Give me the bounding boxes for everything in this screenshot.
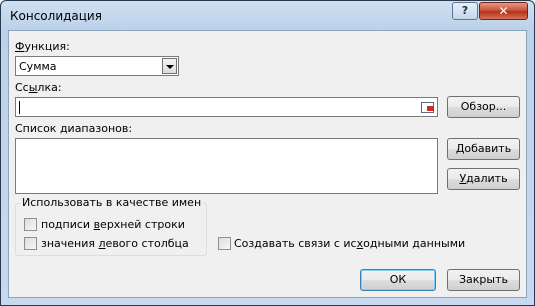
top-row-checkbox[interactable] [24,218,37,231]
consolidate-dialog: Консолидация ? ✕ Функция: Сумма Ссылка: … [0,0,535,306]
add-button[interactable]: Добавить [447,138,520,160]
left-column-label[interactable]: значения левого столбца [41,237,189,250]
title-bar[interactable]: Консолидация ? ✕ [1,1,534,31]
collapse-dialog-button[interactable] [419,99,436,115]
help-icon: ? [461,4,469,17]
function-select[interactable]: Сумма [15,56,179,76]
use-labels-title: Использовать в качестве имен [20,196,204,209]
ranges-list[interactable] [15,138,438,194]
dialog-body: Функция: Сумма Ссылка: Обзор... Список д… [8,30,527,298]
ok-button[interactable]: ОК [360,269,436,291]
reference-label: Ссылка: [15,81,62,94]
text-caret [19,101,20,114]
help-button[interactable]: ? [452,2,478,20]
close-icon: ✕ [498,4,509,18]
range-arrow-icon [427,106,434,111]
reference-input[interactable] [15,97,438,117]
function-select-value: Сумма [19,60,57,73]
browse-button[interactable]: Обзор... [447,96,520,118]
chevron-down-icon[interactable] [162,58,177,74]
close-button[interactable]: Закрыть [447,269,520,291]
top-row-label[interactable]: подписи верхней строки [41,218,185,231]
delete-button[interactable]: Удалить [447,168,520,190]
dialog-title: Консолидация [10,9,102,23]
left-column-checkbox[interactable] [24,237,37,250]
function-label: Функция: [15,40,70,53]
close-window-button[interactable]: ✕ [479,2,528,20]
create-links-label[interactable]: Создавать связи с исходными данными [234,237,465,250]
ranges-label: Список диапазонов: [15,122,133,135]
create-links-checkbox[interactable] [218,237,231,250]
